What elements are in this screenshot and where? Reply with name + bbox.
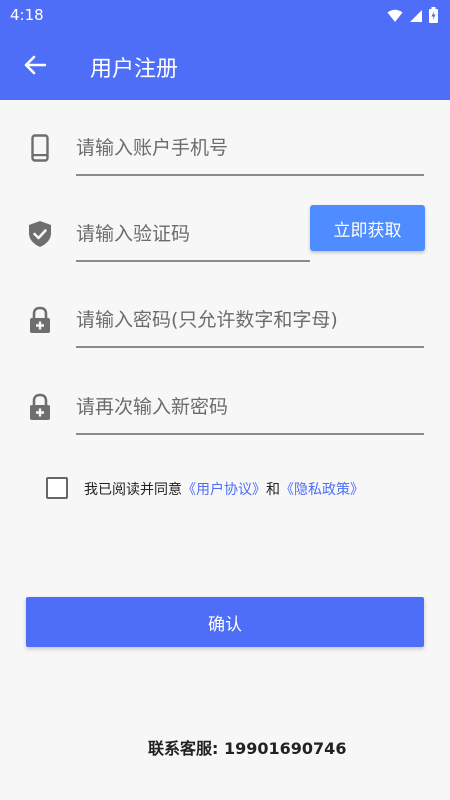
agreement-and: 和 — [266, 482, 280, 498]
agreement-row: 我已阅读并同意《用户协议》和《隐私政策》 — [46, 476, 426, 502]
signal-icon — [409, 8, 423, 27]
agreement-prefix: 我已阅读并同意 — [84, 482, 182, 498]
password-input-underline — [76, 346, 424, 348]
page-title: 用户注册 — [90, 57, 179, 82]
agreement-checkbox[interactable] — [46, 477, 68, 499]
verification-input-underline — [76, 260, 310, 262]
verification-field-row: 立即获取 — [0, 205, 450, 268]
confirm-button[interactable]: 确认 — [26, 597, 424, 647]
password-input[interactable] — [76, 304, 424, 336]
shield-check-icon — [26, 220, 54, 248]
customer-service-contact: 联系客服: 19901690746 — [148, 735, 346, 759]
verification-code-input[interactable] — [76, 218, 301, 250]
confirm-password-input[interactable] — [76, 391, 424, 423]
phone-field-row — [0, 122, 450, 182]
password-field-row — [0, 294, 450, 354]
confirm-password-input-underline — [76, 433, 424, 435]
battery-icon — [429, 7, 438, 27]
toolbar: 用户注册 — [0, 34, 450, 100]
confirm-password-field-row — [0, 381, 450, 441]
contact-label: 联系客服: — [148, 739, 219, 758]
lock-icon — [26, 306, 54, 334]
status-icons — [387, 7, 438, 27]
lock-icon — [26, 393, 54, 421]
status-time: 4:18 — [10, 6, 44, 24]
contact-phone[interactable]: 19901690746 — [224, 739, 346, 758]
app-header: 4:18 用户注册 — [0, 0, 450, 100]
privacy-policy-link[interactable]: 《隐私政策》 — [280, 482, 364, 498]
arrow-left-icon — [24, 55, 47, 79]
wifi-icon — [387, 8, 403, 27]
back-button[interactable] — [18, 50, 52, 84]
smartphone-icon — [26, 134, 54, 162]
status-bar: 4:18 — [0, 0, 450, 34]
get-code-button[interactable]: 立即获取 — [310, 205, 425, 251]
phone-input[interactable] — [76, 132, 424, 164]
user-agreement-link[interactable]: 《用户协议》 — [182, 482, 266, 498]
agreement-text: 我已阅读并同意《用户协议》和《隐私政策》 — [84, 479, 364, 499]
phone-input-underline — [76, 174, 424, 176]
